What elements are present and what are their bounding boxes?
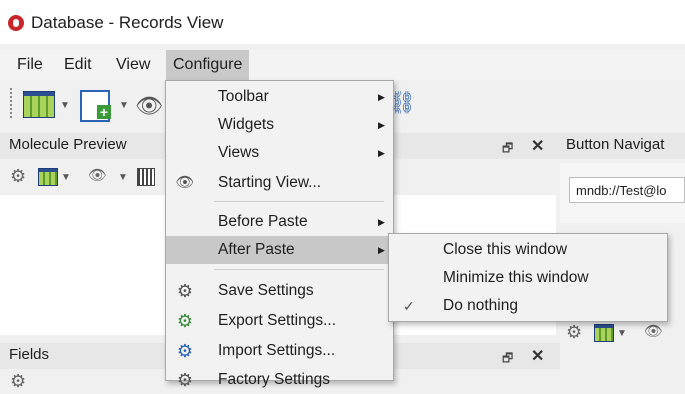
submenu-arrow-icon: ▶	[378, 148, 385, 158]
gear-icon[interactable]: ⚙	[566, 322, 582, 343]
connection-url-field[interactable]: mndb://Test@lo	[569, 177, 685, 203]
table-view-icon[interactable]	[23, 91, 55, 118]
submenu-item-do-nothing[interactable]: ✓ Do nothing	[389, 292, 667, 320]
menu-item-import-settings[interactable]: ⚙ Import Settings...	[166, 337, 393, 365]
molecule-preview-title: Molecule Preview	[9, 136, 127, 153]
gear-reset-icon: ⚙	[176, 370, 194, 390]
app-logo-icon	[8, 15, 24, 31]
menu-item-export-settings[interactable]: ⚙ Export Settings...	[166, 307, 393, 335]
eye-icon: 👁	[175, 174, 195, 191]
chevron-down-icon[interactable]: ▼	[617, 328, 627, 339]
menu-configure[interactable]: Configure	[166, 50, 250, 80]
submenu-item-minimize-window[interactable]: Minimize this window	[389, 264, 667, 292]
menu-item-views[interactable]: Views ▶	[166, 139, 393, 167]
submenu-arrow-icon: ▶	[378, 120, 385, 130]
plus-icon: +	[97, 105, 111, 119]
submenu-arrow-icon: ▶	[378, 245, 385, 255]
menu-bar	[0, 50, 685, 80]
close-panel-icon[interactable]: ✕	[531, 346, 544, 366]
fields-title: Fields	[9, 346, 50, 363]
menu-edit[interactable]: Edit	[57, 50, 99, 80]
submenu-arrow-icon: ▶	[378, 217, 385, 227]
table-view-icon[interactable]	[38, 168, 58, 186]
menu-view[interactable]: View	[109, 50, 157, 80]
chevron-down-icon[interactable]: ▼	[61, 172, 71, 183]
menu-item-toolbar[interactable]: Toolbar ▶	[166, 83, 393, 111]
gear-icon[interactable]: ⚙	[10, 371, 26, 392]
menu-separator	[214, 269, 384, 270]
eye-icon[interactable]: 👁	[644, 322, 663, 340]
menu-separator	[214, 201, 384, 202]
menu-item-after-paste[interactable]: After Paste ▶	[166, 236, 393, 264]
after-paste-submenu: Close this window Minimize this window ✓…	[388, 233, 668, 322]
submenu-item-close-window[interactable]: Close this window	[389, 236, 667, 264]
menu-item-starting-view[interactable]: 👁 Starting View...	[166, 169, 393, 197]
menu-item-widgets[interactable]: Widgets ▶	[166, 111, 393, 139]
configure-menu: Toolbar ▶ Widgets ▶ Views ▶ 👁 Starting V…	[165, 80, 394, 390]
menu-item-factory-settings[interactable]: ⚙ Factory Settings	[166, 366, 393, 394]
columns-icon[interactable]	[137, 168, 155, 186]
table-view-icon[interactable]	[594, 324, 614, 342]
menu-item-save-settings[interactable]: ⚙ Save Settings	[166, 277, 393, 305]
submenu-arrow-icon: ▶	[378, 92, 385, 102]
menu-file[interactable]: File	[10, 50, 50, 80]
gear-save-icon: ⚙	[176, 281, 194, 301]
float-panel-icon[interactable]: 🗗	[502, 349, 513, 370]
toolbar-grip[interactable]	[10, 88, 14, 118]
close-panel-icon[interactable]: ✕	[531, 136, 544, 156]
menu-item-before-paste[interactable]: Before Paste ▶	[166, 208, 393, 236]
check-icon: ✓	[403, 298, 415, 314]
eye-icon[interactable]: 👁	[135, 93, 163, 119]
chevron-down-icon[interactable]: ▼	[119, 100, 129, 111]
gear-import-icon: ⚙	[176, 341, 194, 361]
chevron-down-icon[interactable]: ▼	[118, 172, 128, 183]
chevron-down-icon[interactable]: ▼	[60, 100, 70, 111]
float-panel-icon[interactable]: 🗗	[502, 139, 513, 160]
gear-export-icon: ⚙	[176, 311, 194, 331]
window-title: Database - Records View	[31, 13, 224, 32]
gear-icon[interactable]: ⚙	[10, 166, 26, 187]
button-navigator-title: Button Navigat	[566, 136, 665, 153]
eye-icon[interactable]: 👁	[88, 166, 107, 184]
